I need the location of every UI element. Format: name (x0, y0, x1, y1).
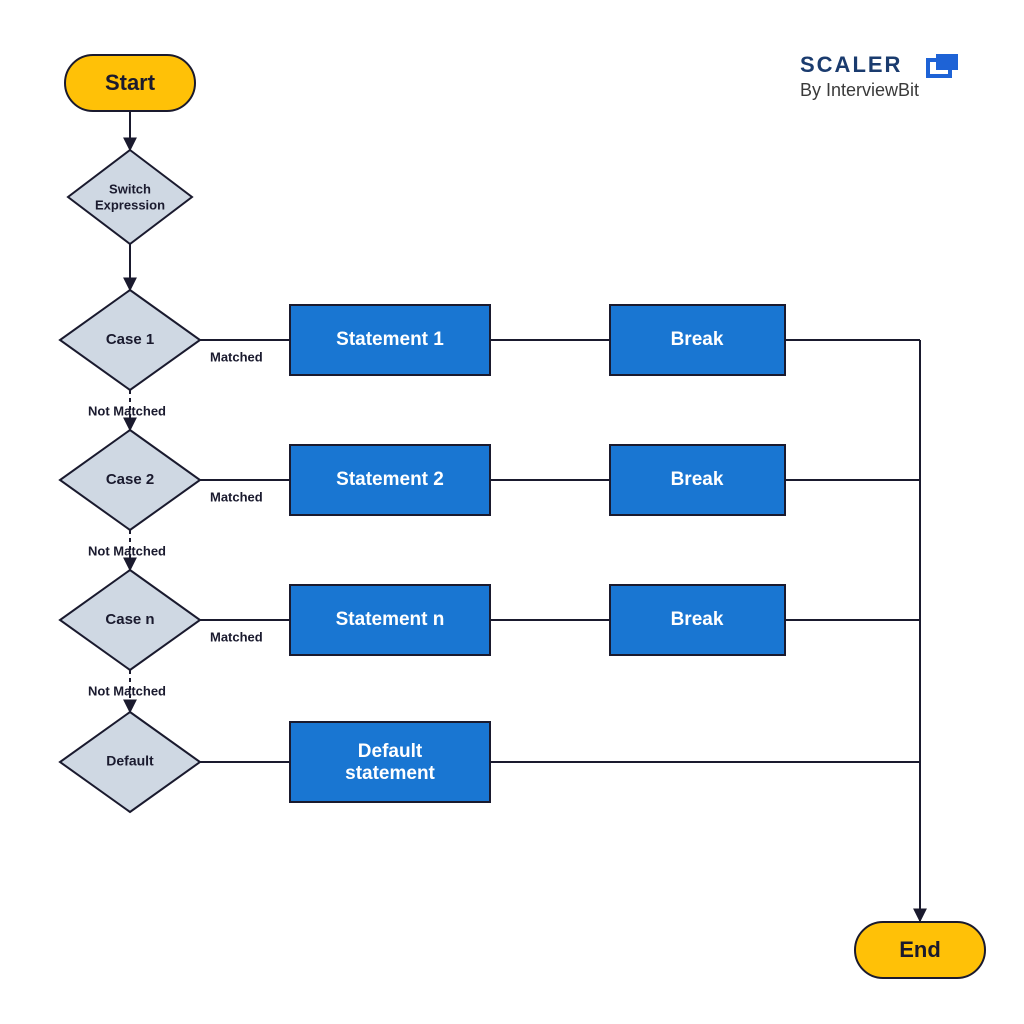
flowchart-canvas: SCALER By InterviewBit Start Switch Expr… (0, 0, 1024, 1024)
brand-title: SCALER (800, 52, 902, 77)
casen-label: Case n (105, 611, 154, 628)
brand-subtitle: By InterviewBit (800, 80, 919, 100)
break1-label: Break (671, 329, 724, 350)
stmtn-label: Statement n (336, 609, 445, 630)
stmt1-node: Statement 1 (290, 305, 490, 375)
stmt2-label: Statement 2 (336, 469, 444, 490)
edge-label-notmatched-1: Not Matched (88, 403, 166, 418)
case2-node: Case 2 (60, 430, 200, 530)
casen-node: Case n (60, 570, 200, 670)
default-node: Default (60, 712, 200, 812)
brand-icon (928, 54, 958, 76)
end-node: End (855, 922, 985, 978)
break1-node: Break (610, 305, 785, 375)
stmtn-node: Statement n (290, 585, 490, 655)
default-stmt-node: Default statement (290, 722, 490, 802)
case1-label: Case 1 (106, 331, 154, 348)
stmt1-label: Statement 1 (336, 329, 444, 350)
default-stmt-label-2: statement (345, 763, 435, 784)
edge-label-notmatched-2: Not Matched (88, 543, 166, 558)
case2-label: Case 2 (106, 471, 154, 488)
case1-node: Case 1 (60, 290, 200, 390)
end-label: End (899, 937, 941, 962)
default-label: Default (106, 753, 154, 769)
stmt2-node: Statement 2 (290, 445, 490, 515)
break3-node: Break (610, 585, 785, 655)
switch-expression-node: Switch Expression (68, 150, 192, 244)
edge-label-notmatched-3: Not Matched (88, 683, 166, 698)
edge-label-matched-2: Matched (210, 489, 263, 504)
start-node: Start (65, 55, 195, 111)
switch-label-2: Expression (95, 197, 165, 212)
break3-label: Break (671, 609, 724, 630)
default-stmt-label-1: Default (358, 741, 423, 762)
break2-node: Break (610, 445, 785, 515)
edge-label-matched-1: Matched (210, 349, 263, 364)
edge-label-matched-3: Matched (210, 629, 263, 644)
brand-logo: SCALER By InterviewBit (800, 52, 958, 100)
switch-label-1: Switch (109, 181, 151, 196)
start-label: Start (105, 70, 156, 95)
break2-label: Break (671, 469, 724, 490)
